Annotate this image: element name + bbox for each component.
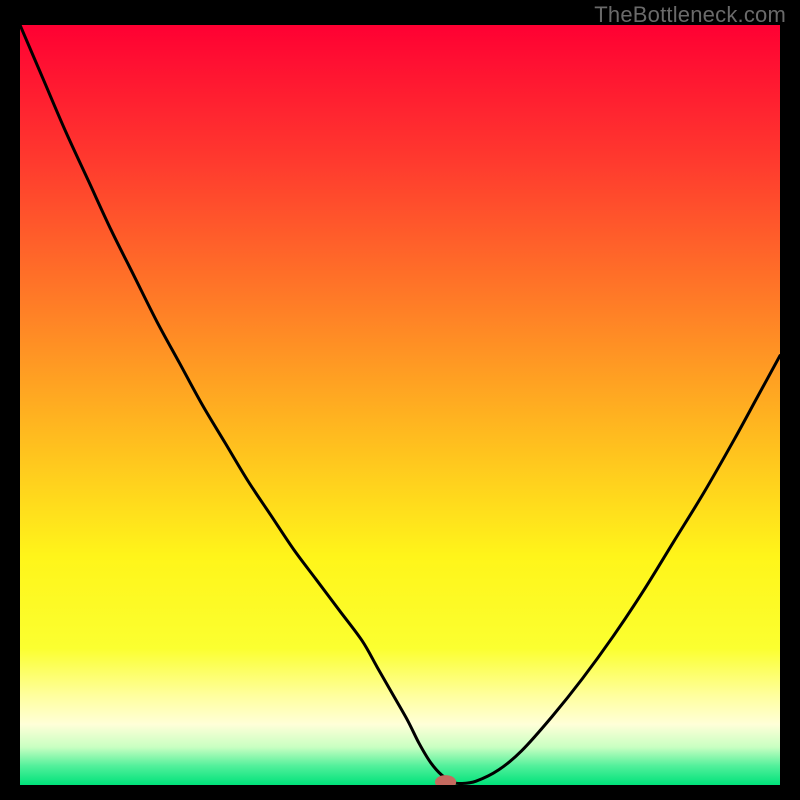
gradient-background <box>20 25 780 785</box>
plot-area <box>20 25 780 785</box>
chart-svg <box>20 25 780 785</box>
watermark-text: TheBottleneck.com <box>594 2 786 28</box>
chart-frame: TheBottleneck.com <box>0 0 800 800</box>
